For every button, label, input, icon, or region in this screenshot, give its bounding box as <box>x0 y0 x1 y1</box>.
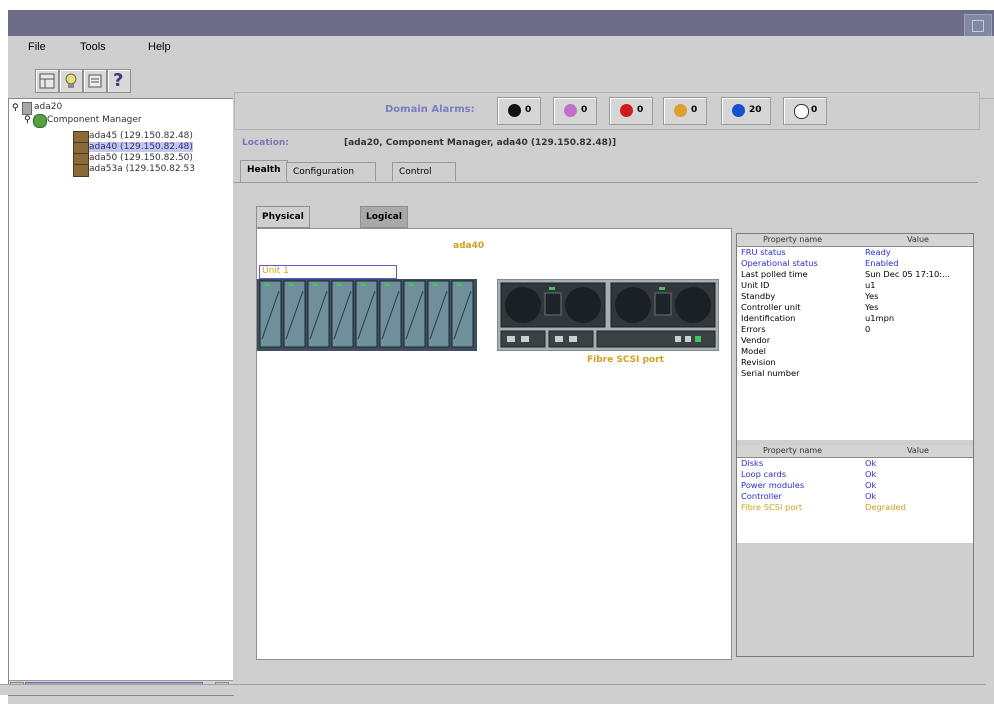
minor-alarm-icon <box>620 104 633 117</box>
tree-item-root[interactable]: ada20 <box>34 102 62 112</box>
table-row[interactable]: Loop cards Ok <box>737 469 973 480</box>
panel-splitter[interactable] <box>233 98 239 694</box>
down-alarm-button[interactable]: 0 <box>783 97 827 125</box>
warning-alarm-count: 0 <box>691 105 698 115</box>
table-header: Property name Value <box>737 234 973 247</box>
property-panel: Property name Value FRU status Ready Oper… <box>736 233 974 657</box>
menu-help[interactable]: Help <box>148 41 171 53</box>
table-row[interactable]: Identification u1mpn <box>737 313 973 324</box>
manager-icon <box>33 114 47 128</box>
table-row[interactable]: Controller unit Yes <box>737 302 973 313</box>
minor-alarm-button[interactable]: 0 <box>609 97 653 125</box>
down-alarm-count: 0 <box>811 105 818 115</box>
tree-icon <box>39 73 55 89</box>
table-row[interactable]: Operational status Enabled <box>737 258 973 269</box>
location-value: [ada20, Component Manager, ada40 (129.15… <box>344 138 617 148</box>
physical-view-panel: ada40 Unit 1 Fibre SCSI port <box>256 228 732 660</box>
print-button[interactable] <box>83 69 107 93</box>
column-header-value[interactable]: Value <box>907 446 929 455</box>
controller-unit[interactable] <box>497 279 719 351</box>
critical-alarm-icon <box>508 104 521 117</box>
help-button[interactable]: ? <box>107 69 131 93</box>
table-row[interactable]: Revision <box>737 357 973 368</box>
info-alarm-button[interactable]: 20 <box>721 97 771 125</box>
host-icon <box>22 102 32 115</box>
storage-icon <box>73 164 89 177</box>
table-row[interactable]: Model <box>737 346 973 357</box>
tab-logical-view[interactable]: Logical View <box>360 206 408 242</box>
major-alarm-button[interactable]: 0 <box>553 97 597 125</box>
status-bar <box>0 684 986 695</box>
table-row[interactable]: Vendor <box>737 335 973 346</box>
warning-alarm-button[interactable]: 0 <box>663 97 707 125</box>
tab-control[interactable]: Control <box>392 162 456 181</box>
down-alarm-icon <box>794 104 809 119</box>
unit-label: Unit 1 <box>262 266 289 276</box>
major-alarm-count: 0 <box>581 105 588 115</box>
column-header-value[interactable]: Value <box>907 235 929 244</box>
main-tabs: Health Configuration Control <box>234 160 978 183</box>
discover-button[interactable] <box>59 69 83 93</box>
table-row[interactable]: Last polled time Sun Dec 05 17:10:... <box>737 269 973 280</box>
table-row[interactable]: Controller Ok <box>737 491 973 502</box>
warning-alarm-icon <box>674 104 687 117</box>
disk-array[interactable] <box>257 279 477 351</box>
fru-property-table: Property name Value FRU status Ready Oper… <box>737 234 973 440</box>
help-icon: ? <box>113 70 124 91</box>
tree-item-manager[interactable]: Component Manager <box>47 115 142 125</box>
component-status-table: Property name Value Disks Ok Loop cards Ok… <box>737 445 973 543</box>
table-header: Property name Value <box>737 445 973 458</box>
info-alarm-count: 20 <box>749 105 762 115</box>
table-row[interactable]: FRU status Ready <box>737 247 973 258</box>
tree-item-device[interactable]: ada45 (129.150.82.48) <box>89 131 193 141</box>
minor-alarm-count: 0 <box>637 105 644 115</box>
critical-alarm-button[interactable]: 0 <box>497 97 541 125</box>
domain-alarms-label: Domain Alarms: <box>385 104 475 115</box>
table-row[interactable]: Fibre SCSI port Degraded <box>737 502 973 513</box>
title-bar <box>8 10 994 38</box>
table-row[interactable]: Unit ID u1 <box>737 280 973 291</box>
expand-manager-icon[interactable]: ⚲ <box>24 115 31 125</box>
tree-item-device[interactable]: ada53a (129.150.82.53 <box>89 164 195 174</box>
tab-physical-view[interactable]: Physical View <box>256 206 310 242</box>
unit-selection-box[interactable]: Unit 1 <box>259 265 397 279</box>
tree-item-device[interactable]: ada50 (129.150.82.50) <box>89 153 193 163</box>
lightbulb-icon <box>65 73 77 88</box>
window-restore-button[interactable] <box>964 14 992 38</box>
tab-configuration[interactable]: Configuration <box>286 162 376 181</box>
print-icon <box>88 74 102 88</box>
table-row[interactable]: Power modules Ok <box>737 480 973 491</box>
table-row[interactable]: Disks Ok <box>737 458 973 469</box>
domain-alarms-bar: Domain Alarms: 0 0 0 0 20 0 <box>234 92 980 130</box>
info-alarm-icon <box>732 104 745 117</box>
menu-file[interactable]: File <box>28 41 46 53</box>
column-header-property-name[interactable]: Property name <box>763 446 822 455</box>
menu-tools[interactable]: Tools <box>80 41 106 53</box>
menu-bar: File Tools Help <box>8 36 994 58</box>
device-title: ada40 <box>453 241 485 251</box>
table-row[interactable]: Serial number <box>737 368 973 379</box>
table-row[interactable]: Standby Yes <box>737 291 973 302</box>
expand-root-icon[interactable]: ⚲ <box>12 103 19 113</box>
restore-icon <box>972 20 984 32</box>
location-label: Location: <box>242 138 289 148</box>
tab-health[interactable]: Health <box>240 160 288 183</box>
critical-alarm-count: 0 <box>525 105 532 115</box>
navigation-tree: ⚲ ada20 ⚲ Component Manager ada45 (129.1… <box>8 98 234 696</box>
location-bar: Location: [ada20, Component Manager, ada… <box>234 134 978 154</box>
tree-item-device-selected[interactable]: ada40 (129.150.82.48) <box>89 142 193 152</box>
tree-view-button[interactable] <box>35 69 59 93</box>
tabs-divider <box>234 182 978 183</box>
major-alarm-icon <box>564 104 577 117</box>
column-header-property-name[interactable]: Property name <box>763 235 822 244</box>
table-row[interactable]: Errors 0 <box>737 324 973 335</box>
fibre-scsi-port-label: Fibre SCSI port <box>587 355 664 365</box>
